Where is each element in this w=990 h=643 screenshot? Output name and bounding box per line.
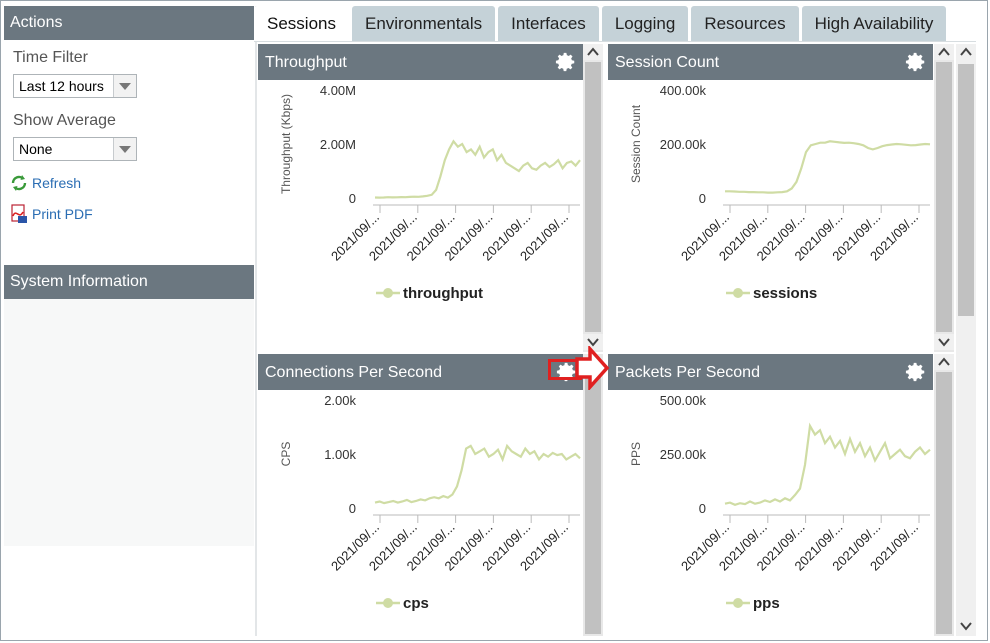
y-tick-label: 2.00k (324, 393, 356, 408)
time-filter-value: Last 12 hours (19, 78, 104, 94)
tab-interfaces[interactable]: Interfaces (498, 6, 599, 42)
pps-series-line (724, 422, 931, 506)
throughput-chart: 4.00M2.00M0Throughput (Kbps)2021/09/...2… (279, 83, 581, 302)
widget-title-text: Session Count (615, 54, 720, 71)
tab-resources[interactable]: Resources (691, 6, 799, 42)
chevron-down-icon[interactable] (113, 138, 136, 160)
red-arrow-icon (575, 346, 610, 390)
y-tick-label: 0 (349, 501, 356, 516)
widget-scrollbar[interactable] (934, 354, 954, 636)
print-pdf-label: Print PDF (32, 206, 93, 222)
refresh-icon (11, 175, 27, 191)
legend-marker (733, 288, 743, 298)
y-tick-label: 1.00k (324, 447, 356, 462)
sessions-series-line (725, 140, 931, 194)
tab-sessions[interactable]: Sessions (254, 6, 349, 42)
legend-label[interactable]: cps (403, 595, 429, 612)
legend-label[interactable]: pps (753, 595, 780, 612)
gear-icon[interactable] (905, 361, 927, 383)
refresh-link[interactable]: Refresh (10, 174, 81, 192)
print-pdf-link[interactable]: Print PDF (10, 204, 93, 224)
widget-title-text: Throughput (265, 54, 347, 71)
y-tick-label: 0 (699, 191, 706, 206)
widget-title: Throughput (258, 44, 583, 80)
scroll-down-button[interactable] (934, 334, 954, 350)
widget-scrollbar[interactable] (934, 44, 954, 352)
widget-title-text: Packets Per Second (615, 364, 760, 381)
widget-title: Session Count (608, 44, 933, 80)
page-scrollbar[interactable] (956, 44, 976, 636)
y-tick-label: 4.00M (320, 83, 356, 98)
scroll-up-button[interactable] (934, 44, 954, 60)
scroll-thumb[interactable] (585, 372, 601, 634)
y-axis-label: CPS (279, 442, 293, 467)
throughput-series-line (374, 139, 581, 199)
page-scroll-down-button[interactable] (956, 618, 976, 634)
page-scroll-thumb[interactable] (958, 64, 974, 316)
legend-label[interactable]: throughput (403, 285, 483, 302)
y-tick-label: 500.00k (660, 393, 707, 408)
tab-environmentals[interactable]: Environmentals (351, 6, 496, 42)
legend-marker (733, 598, 743, 608)
scroll-thumb[interactable] (585, 62, 601, 332)
widget-scrollbar[interactable] (583, 354, 603, 636)
y-axis-label: Throughput (Kbps) (279, 94, 293, 194)
packets-per-second-chart: 500.00k250.00k0PPS2021/09/...2021/09/...… (629, 393, 931, 612)
y-tick-label: 200.00k (660, 137, 707, 152)
show-average-value: None (19, 141, 53, 157)
time-filter-label: Time Filter (13, 49, 88, 66)
show-average-label: Show Average (13, 112, 116, 129)
gear-icon[interactable] (905, 51, 927, 73)
scroll-up-button[interactable] (934, 354, 954, 370)
time-filter-select[interactable]: Last 12 hours (13, 74, 137, 98)
pdf-icon (11, 204, 27, 223)
connections-per-second-widget: Connections Per Second 2.00k 1.00k 0 CPS 202… (258, 354, 583, 624)
y-tick-label: 0 (699, 501, 706, 516)
gear-icon[interactable] (555, 51, 577, 73)
tab-bar: Sessions Environmentals Interfaces Loggi… (254, 6, 949, 42)
session-count-chart: 400.00k200.00k0Session Count2021/09/...2… (629, 83, 931, 302)
throughput-widget: Throughput 4.00M 2.00M 0 Throughput (Kbps) 2… (258, 44, 583, 314)
tab-logging[interactable]: Logging (601, 6, 689, 42)
tab-underline (254, 41, 976, 42)
tab-high-availability[interactable]: High Availability (801, 6, 947, 42)
actions-panel: Time Filter Last 12 hours Show Average N… (4, 40, 254, 266)
y-tick-label: 400.00k (660, 83, 707, 98)
y-axis-label: Session Count (629, 104, 643, 183)
y-axis-label: PPS (629, 442, 643, 466)
widget-title: Connections Per Second (258, 354, 583, 390)
scroll-thumb[interactable] (936, 62, 952, 332)
actions-header: Actions (4, 6, 254, 40)
widget-scrollbar[interactable] (583, 44, 603, 352)
legend-marker (383, 598, 393, 608)
scroll-thumb[interactable] (936, 372, 952, 634)
page-scroll-up-button[interactable] (956, 44, 976, 60)
chevron-down-icon[interactable] (113, 75, 136, 97)
widget-title-text: Connections Per Second (265, 364, 442, 381)
cps-series-line (374, 443, 581, 505)
refresh-label: Refresh (32, 175, 82, 191)
session-count-widget: Session Count 400.00k 200.00k 0 Session Cou… (608, 44, 933, 314)
legend-marker (383, 288, 393, 298)
y-tick-label: 0 (349, 191, 356, 206)
left-sidebar: Actions Time Filter Last 12 hours Show A… (4, 6, 254, 636)
y-tick-label: 250.00k (660, 447, 707, 462)
connections-per-second-chart: 2.00k1.00k0CPS2021/09/...2021/09/...2021… (279, 393, 581, 612)
legend-label[interactable]: sessions (753, 285, 817, 302)
y-tick-label: 2.00M (320, 137, 356, 152)
show-average-select[interactable]: None (13, 137, 137, 161)
scroll-up-button[interactable] (583, 44, 603, 60)
system-information-header: System Information (4, 265, 254, 299)
divider (255, 6, 257, 636)
system-information-panel (4, 299, 254, 546)
widget-title: Packets Per Second (608, 354, 933, 390)
packets-per-second-widget: Packets Per Second 500.00k 250.00k 0 PPS 202… (608, 354, 933, 624)
